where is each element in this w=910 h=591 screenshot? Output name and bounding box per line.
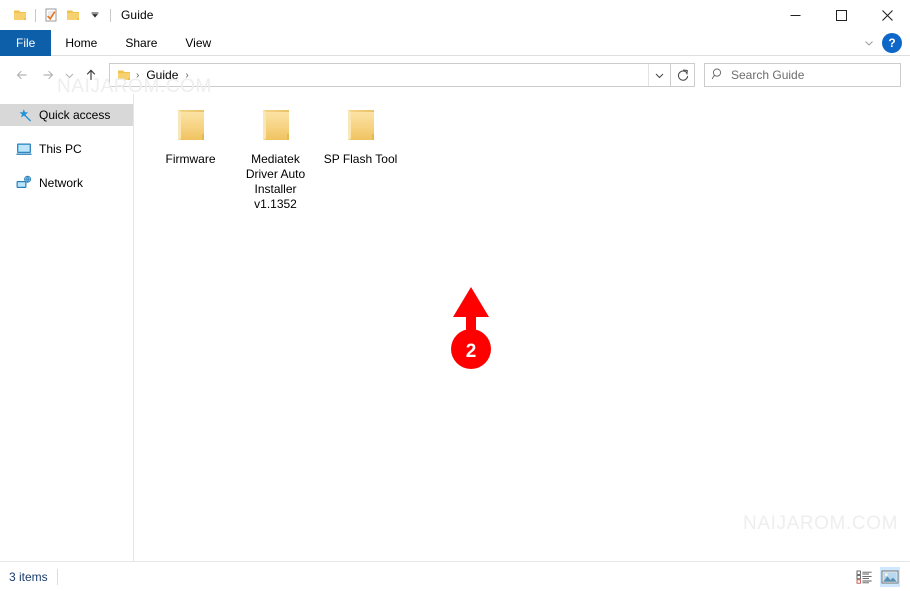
status-bar: 3 items [0,561,910,591]
status-separator [56,568,58,585]
title-bar: Guide [0,0,910,30]
chevron-down-icon[interactable] [84,4,106,26]
file-list-pane[interactable]: Firmware Mediatek Driver Auto Installer … [134,94,910,561]
sidebar-item-label: This PC [39,142,82,156]
star-pin-icon [16,107,32,123]
navigation-pane: Quick access This PC Network [0,94,134,561]
chevron-down-icon[interactable] [858,32,880,54]
minimize-button[interactable] [772,0,818,30]
file-item[interactable]: Mediatek Driver Auto Installer v1.1352 [233,102,318,212]
folder-icon [252,106,300,148]
tab-view[interactable]: View [171,30,225,56]
address-bar: › Guide › Search Guide [0,56,910,94]
tab-file[interactable]: File [0,30,52,56]
file-item[interactable]: SP Flash Tool [318,102,403,212]
recent-locations-button[interactable] [61,62,78,88]
breadcrumb-item-guide[interactable]: Guide [143,68,181,82]
folder-icon [116,67,132,83]
properties-icon[interactable] [40,4,62,26]
folder-icon[interactable] [9,4,31,26]
refresh-button[interactable] [671,63,695,87]
search-input[interactable]: Search Guide [704,63,901,87]
sidebar-item-network[interactable]: Network [0,172,133,194]
details-view-button[interactable] [854,567,874,587]
sidebar-item-this-pc[interactable]: This PC [0,138,133,160]
back-button[interactable] [9,62,35,88]
file-explorer-window: Guide File Home Share View ? › Guide › S… [0,0,910,591]
sidebar-item-label: Quick access [39,108,111,122]
help-icon[interactable]: ? [882,33,902,53]
file-item[interactable]: Firmware [148,102,233,212]
large-icons-view-button[interactable] [880,567,900,587]
sidebar-item-label: Network [39,176,84,190]
monitor-icon [16,141,32,157]
breadcrumb: › Guide › [110,64,648,86]
folder-icon [167,106,215,148]
tab-home[interactable]: Home [51,30,111,56]
address-input[interactable]: › Guide › [109,63,671,87]
item-count-label: 3 items [9,569,48,584]
ribbon-right-controls: ? [858,30,906,56]
breadcrumb-separator-2[interactable]: › [181,70,192,81]
file-item-label: Mediatek Driver Auto Installer v1.1352 [245,152,306,211]
ribbon-tab-bar: File Home Share View ? [0,30,910,56]
sidebar-item-quick-access[interactable]: Quick access [0,104,133,126]
search-placeholder: Search Guide [731,68,805,82]
window-title: Guide [121,8,154,22]
qat-separator-1 [35,8,36,22]
up-button[interactable] [78,62,104,88]
view-mode-buttons [854,562,900,591]
qat-separator-2 [110,8,111,22]
maximize-button[interactable] [818,0,864,30]
close-button[interactable] [864,0,910,30]
search-icon [711,67,725,84]
annotation-arrow-2: 2 [444,286,498,372]
file-item-label: SP Flash Tool [323,152,398,166]
folder-icon [337,106,385,148]
annotation-number: 2 [465,341,477,362]
window-controls [772,0,910,30]
network-icon [16,175,32,191]
items-grid: Firmware Mediatek Driver Auto Installer … [134,94,910,212]
forward-button[interactable] [35,62,61,88]
address-dropdown-icon[interactable] [648,64,670,86]
tab-share[interactable]: Share [111,30,171,56]
file-item-label: Firmware [165,152,216,166]
quick-access-toolbar: Guide [0,0,154,30]
explorer-body: Quick access This PC Network Firmware Me… [0,94,910,561]
breadcrumb-separator-1[interactable]: › [132,70,143,81]
new-folder-icon[interactable] [62,4,84,26]
